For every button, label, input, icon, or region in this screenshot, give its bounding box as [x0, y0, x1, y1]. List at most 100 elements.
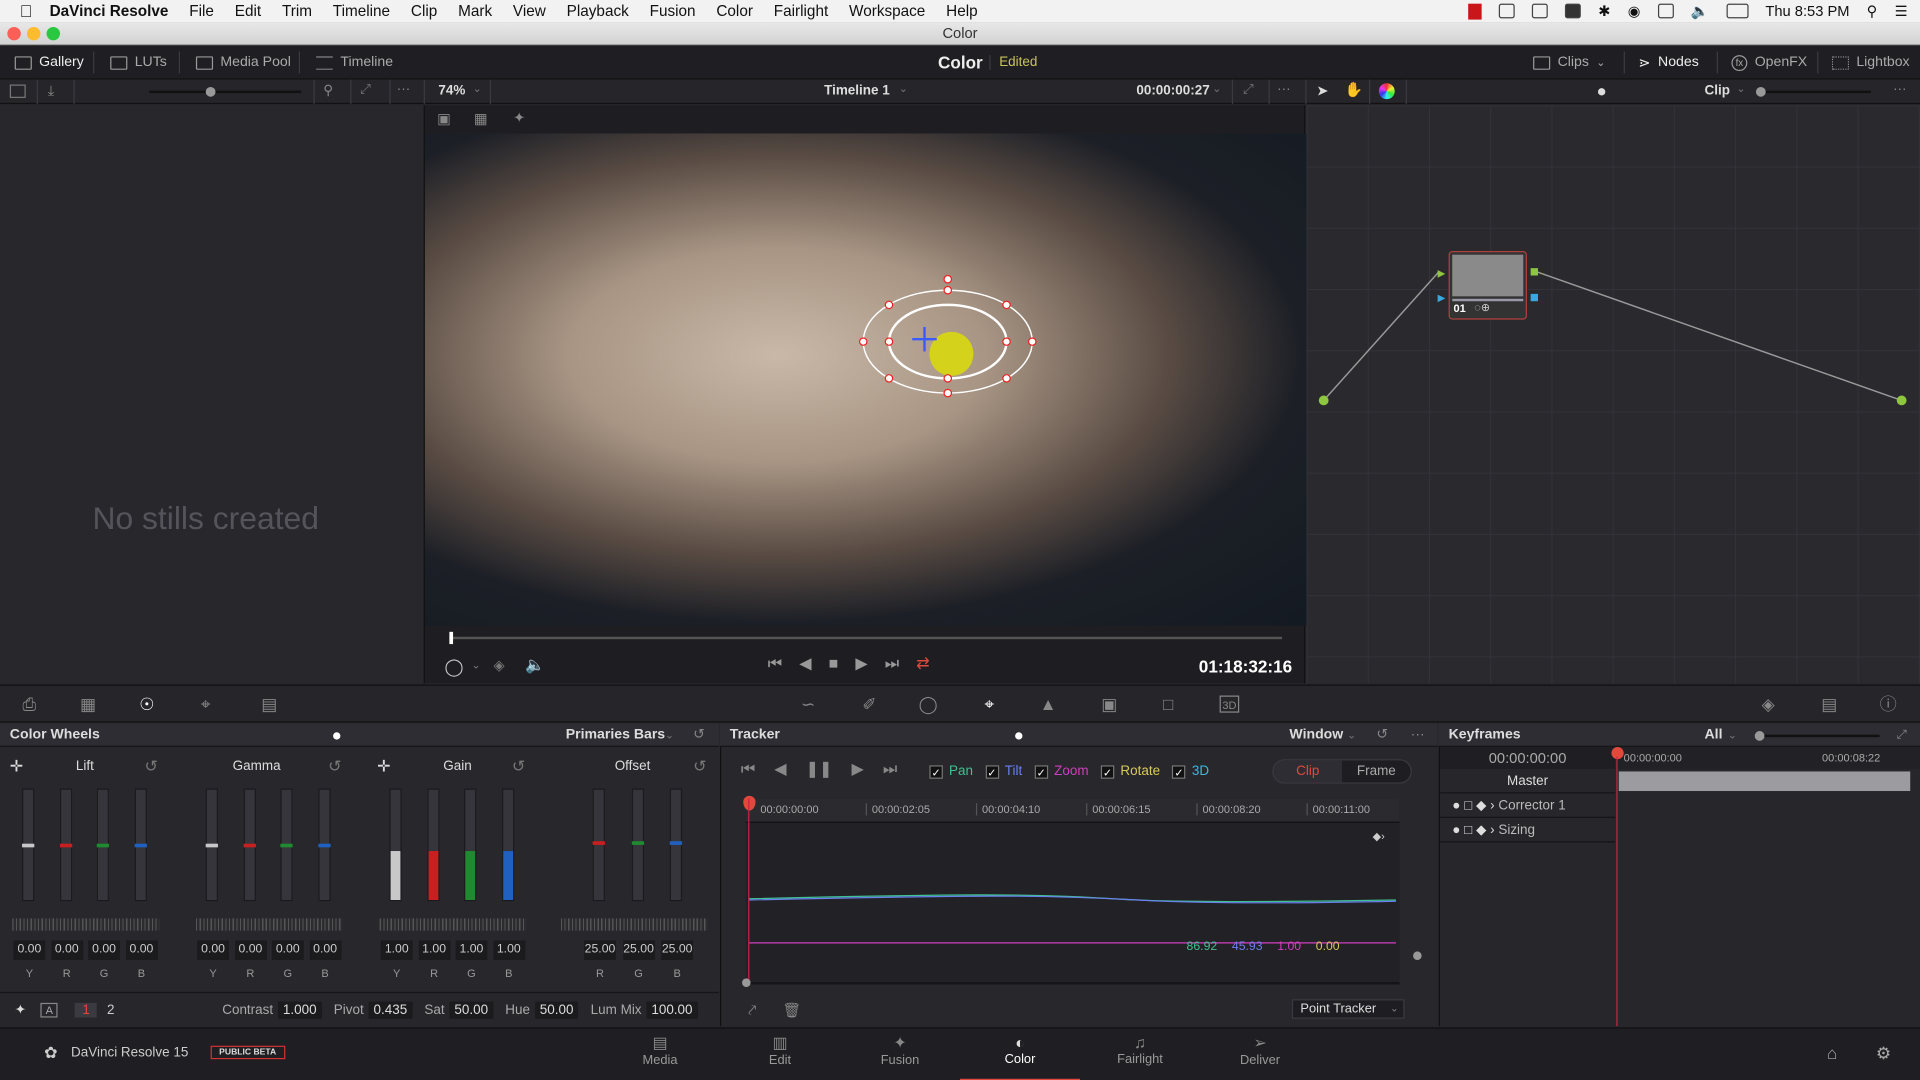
rgb-mixer-icon[interactable]: ⌖ — [196, 696, 216, 713]
bluetooth-icon[interactable]: ✱ — [1598, 2, 1610, 19]
node-rgb-input-icon[interactable]: ▶ — [1438, 268, 1446, 279]
menu-edit[interactable]: Edit — [235, 2, 261, 19]
master-wheel-offset[interactable] — [560, 918, 708, 931]
node-zoom-slider[interactable] — [1755, 86, 1872, 97]
hand-icon[interactable]: ✋ — [1345, 81, 1363, 98]
slider-gain-b[interactable] — [501, 788, 514, 902]
delete-tracker-point-icon[interactable]: 🗑 — [782, 1002, 801, 1019]
qualifier-icon[interactable]: ✐ — [860, 696, 880, 713]
clipboard-icon[interactable] — [1499, 3, 1515, 19]
slider-gain-y[interactable] — [389, 788, 402, 902]
tab-luts[interactable]: LUTs — [110, 45, 167, 79]
menu-playback[interactable]: Playback — [567, 2, 629, 19]
menu-file[interactable]: File — [189, 2, 214, 19]
tracker-horizontal-zoom[interactable] — [742, 978, 1400, 987]
viewer-more-icon[interactable]: ··· — [1277, 82, 1290, 97]
viewer-zoom[interactable]: 74% — [438, 83, 465, 98]
pointer-icon[interactable]: ➤ — [1316, 82, 1328, 99]
slider-handle[interactable] — [1755, 86, 1766, 97]
motion-effects-icon[interactable]: ▤ — [260, 696, 280, 713]
tab-gallery[interactable]: Gallery — [14, 45, 84, 79]
reset-gamma-icon[interactable]: ↺ — [328, 757, 341, 777]
master-wheel-lift[interactable] — [12, 918, 160, 931]
more-options-icon[interactable]: ··· — [397, 82, 410, 97]
3d-icon[interactable]: 3D — [1219, 695, 1240, 713]
auto-balance-icon[interactable]: ✦ — [15, 1002, 26, 1018]
tab-media-pool[interactable]: Media Pool — [195, 45, 291, 79]
power-window-overlay[interactable] — [425, 133, 1307, 625]
viewer-scrubber[interactable] — [449, 631, 1283, 645]
tracker-page-dot[interactable] — [1015, 732, 1023, 740]
tab-lightbox[interactable]: Lightbox — [1831, 45, 1910, 79]
layers-icon[interactable]: ◈ — [493, 656, 504, 673]
grab-still-icon[interactable]: ⤓ — [48, 82, 55, 100]
output-dot[interactable] — [1896, 395, 1907, 406]
volume-icon[interactable]: 🔈 — [1691, 2, 1709, 19]
node-graph[interactable]: 01 ◌⊕ ▶ ▶ — [1306, 105, 1920, 684]
adjust-value-sat[interactable]: 50.00 — [449, 1001, 494, 1019]
sizing-icon[interactable]: □ — [1158, 696, 1178, 713]
slider-gamma-y[interactable] — [205, 788, 218, 902]
picker-crosshair-icon[interactable]: ✛ — [10, 757, 23, 777]
loop-button[interactable]: ⇄ — [916, 654, 929, 674]
tracker-option-tilt[interactable]: ✓ Tilt — [985, 764, 1022, 779]
audio-icon[interactable]: 🔈 — [525, 655, 545, 675]
slider-handle[interactable] — [742, 978, 751, 987]
tracker-mode-chevron-down-icon[interactable]: ⌄ — [1347, 724, 1356, 747]
menu-view[interactable]: View — [513, 2, 546, 19]
value-gamma-b[interactable]: 0.00 — [309, 940, 342, 961]
menu-mark[interactable]: Mark — [458, 2, 492, 19]
go-to-last-frame-button[interactable]: ⏭ — [885, 654, 899, 674]
zoom-chevron-down-icon[interactable]: ⌄ — [473, 82, 482, 95]
slider-handle[interactable] — [1754, 731, 1765, 741]
node-mode-selector[interactable]: Clip — [1705, 83, 1730, 98]
track-reverse-button[interactable]: ◀ — [774, 759, 786, 779]
menu-fairlight[interactable]: Fairlight — [774, 2, 828, 19]
value-offset-g[interactable]: 25.00 — [622, 940, 655, 961]
value-offset-r[interactable]: 25.00 — [584, 940, 616, 961]
tracker-option-rotate[interactable]: ✓ Rotate — [1100, 764, 1160, 779]
value-gamma-r[interactable]: 0.00 — [234, 940, 267, 961]
slider-offset-g[interactable] — [631, 788, 644, 902]
track-pause-button[interactable]: ❚❚ — [806, 759, 833, 779]
filter-chevron-down-icon[interactable]: ⌄ — [1728, 724, 1737, 747]
close-window-button[interactable] — [7, 26, 21, 41]
tracker-mode-selector[interactable]: Window — [1289, 724, 1343, 747]
checkbox-rotate[interactable]: ✓ — [1100, 764, 1115, 779]
color-wheels-icon[interactable]: ☉ — [137, 696, 157, 713]
mode-chevron-down-icon[interactable]: ⌄ — [665, 724, 674, 747]
segment-frame[interactable]: Frame — [1342, 760, 1411, 782]
keyframes-ruler[interactable]: 00:00:00:00 00:00:08:22 — [1616, 746, 1920, 769]
slider-gamma-b[interactable] — [317, 788, 331, 902]
tab-nodes[interactable]: ⋗ Nodes — [1638, 45, 1698, 79]
track-forward-to-end-button[interactable]: ⏭ — [883, 759, 897, 779]
key-icon[interactable]: ▣ — [1100, 696, 1120, 713]
adjust-value-lum-mix[interactable]: 100.00 — [646, 1001, 698, 1019]
menu-trim[interactable]: Trim — [282, 2, 312, 19]
segment-clip[interactable]: Clip — [1273, 760, 1343, 783]
page-tab-edit[interactable]: ▥ Edit — [720, 1033, 840, 1067]
scopes-icon[interactable]: ▤ — [1820, 696, 1840, 713]
page-tab-color[interactable]: ◐ Color — [960, 1033, 1081, 1080]
keyframes-timecode[interactable]: 00:00:00:00 — [1440, 746, 1616, 769]
checkbox-zoom[interactable]: ✓ — [1034, 764, 1048, 779]
viewer-wipe-icon[interactable]: ▦ — [474, 110, 488, 127]
airplay-icon[interactable] — [1657, 3, 1674, 19]
menu-fusion[interactable]: Fusion — [650, 2, 696, 19]
keyframes-panel-icon[interactable]: ◈ — [1758, 696, 1778, 713]
keyframes-zoom-slider[interactable] — [1754, 731, 1880, 741]
corrector-node-01[interactable]: 01 ◌⊕ — [1448, 251, 1527, 320]
page-dot-active[interactable] — [333, 732, 341, 740]
value-gain-y[interactable]: 1.00 — [380, 940, 413, 961]
stop-button[interactable]: ■ — [829, 654, 839, 674]
adjust-value-contrast[interactable]: 1.000 — [278, 1001, 322, 1019]
node-mode-chevron-down-icon[interactable]: ⌄ — [1736, 82, 1745, 95]
master-wheel-gain[interactable] — [379, 918, 527, 931]
node-page-dot[interactable] — [1597, 88, 1606, 96]
spotlight-icon[interactable]: ⚲ — [1867, 2, 1878, 19]
gallery-view-toggle-icon[interactable] — [9, 84, 26, 98]
tab-timeline[interactable]: Timeline — [315, 45, 393, 79]
blur-icon[interactable]: ▲ — [1038, 696, 1058, 713]
checkbox-tilt[interactable]: ✓ — [985, 764, 999, 779]
picker-crosshair-icon[interactable]: ✛ — [377, 757, 390, 777]
